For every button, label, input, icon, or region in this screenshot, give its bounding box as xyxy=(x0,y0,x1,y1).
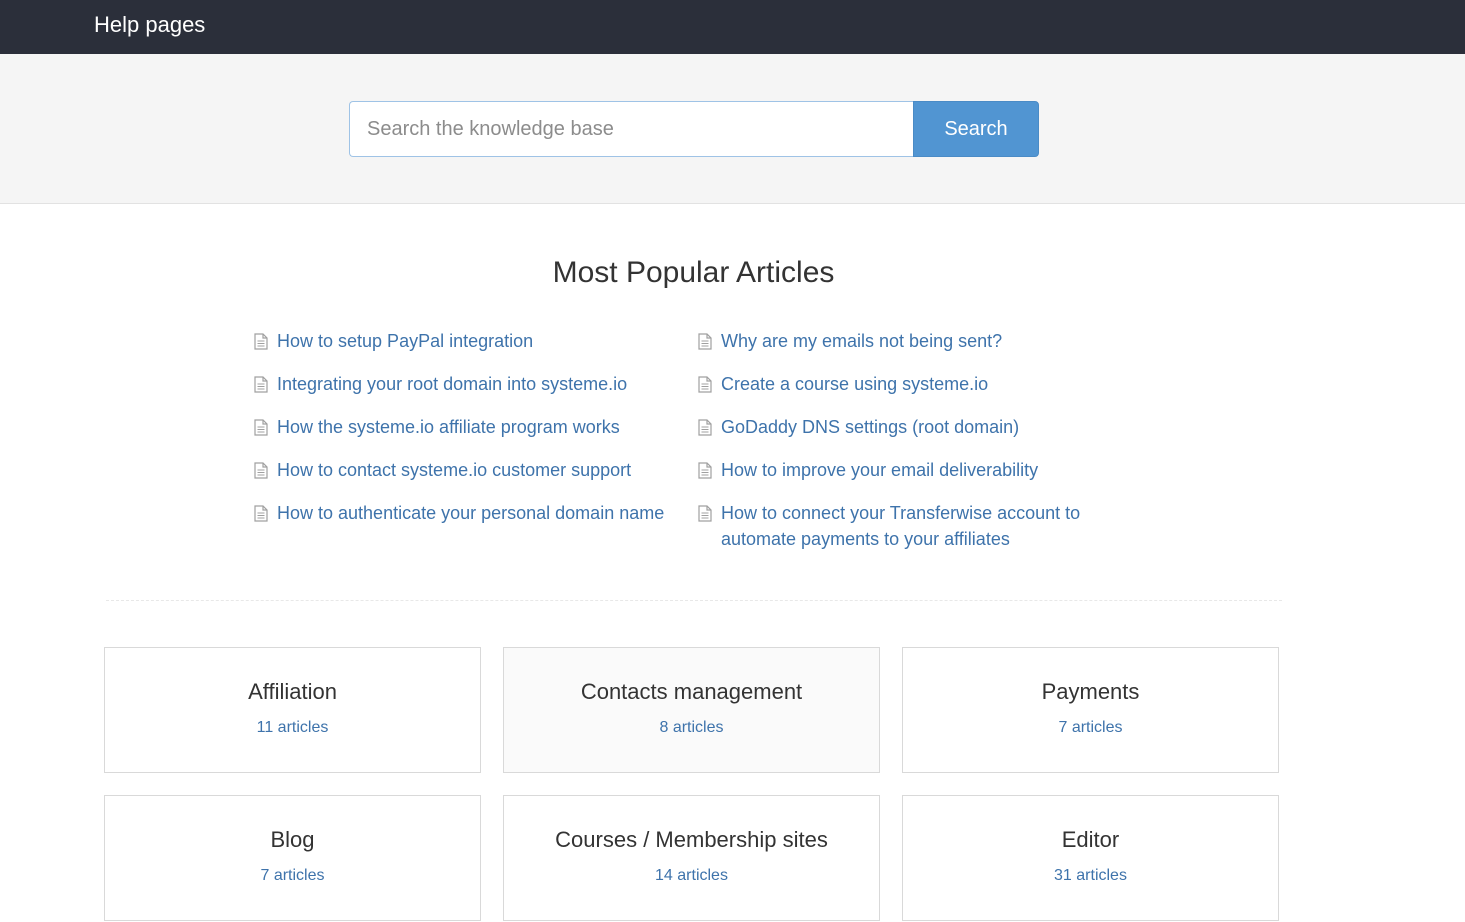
list-item: Integrating your root domain into system… xyxy=(254,371,684,397)
list-item: How to contact systeme.io customer suppo… xyxy=(254,457,684,483)
document-icon xyxy=(254,462,268,479)
search-input[interactable] xyxy=(349,101,914,157)
category-card-courses-membership[interactable]: Courses / Membership sites 14 articles xyxy=(503,795,880,921)
document-icon xyxy=(254,505,268,522)
list-item: How to setup PayPal integration xyxy=(254,328,684,354)
article-link[interactable]: How to authenticate your personal domain… xyxy=(277,500,664,526)
list-item: How to connect your Transferwise account… xyxy=(698,500,1118,552)
list-item: Create a course using systeme.io xyxy=(698,371,1118,397)
list-item: Why are my emails not being sent? xyxy=(698,328,1118,354)
document-icon xyxy=(698,505,712,522)
article-link[interactable]: Create a course using systeme.io xyxy=(721,371,988,397)
document-icon xyxy=(698,462,712,479)
category-name: Courses / Membership sites xyxy=(555,827,828,852)
category-name: Contacts management xyxy=(580,679,803,704)
article-link[interactable]: Integrating your root domain into system… xyxy=(277,371,627,397)
article-link[interactable]: How to setup PayPal integration xyxy=(277,328,533,354)
list-item: How to improve your email deliverability xyxy=(698,457,1118,483)
document-icon xyxy=(698,333,712,350)
top-navbar: Help pages xyxy=(0,0,1465,54)
article-link[interactable]: How to improve your email deliverability xyxy=(721,457,1038,483)
category-card-affiliation[interactable]: Affiliation 11 articles xyxy=(104,647,481,773)
category-card-payments[interactable]: Payments 7 articles xyxy=(902,647,1279,773)
document-icon xyxy=(698,376,712,393)
document-icon xyxy=(254,419,268,436)
category-count: 14 articles xyxy=(655,867,728,884)
category-count: 7 articles xyxy=(260,867,325,884)
article-link[interactable]: GoDaddy DNS settings (root domain) xyxy=(721,414,1019,440)
category-name: Editor xyxy=(1061,827,1120,852)
search-button[interactable]: Search xyxy=(913,101,1039,157)
list-item: How to authenticate your personal domain… xyxy=(254,500,684,526)
category-count: 11 articles xyxy=(256,719,329,736)
document-icon xyxy=(254,333,268,350)
list-item: GoDaddy DNS settings (root domain) xyxy=(698,414,1118,440)
article-link[interactable]: How to contact systeme.io customer suppo… xyxy=(277,457,631,483)
article-link[interactable]: How to connect your Transferwise account… xyxy=(721,500,1118,552)
list-item: How the systeme.io affiliate program wor… xyxy=(254,414,684,440)
category-name: Blog xyxy=(270,827,315,852)
article-link[interactable]: Why are my emails not being sent? xyxy=(721,328,1002,354)
document-icon xyxy=(254,376,268,393)
category-card-blog[interactable]: Blog 7 articles xyxy=(104,795,481,921)
section-divider xyxy=(106,600,1282,601)
popular-articles-title: Most Popular Articles xyxy=(552,256,835,289)
article-link[interactable]: How the systeme.io affiliate program wor… xyxy=(277,414,620,440)
category-count: 8 articles xyxy=(659,719,724,736)
category-card-contacts-management[interactable]: Contacts management 8 articles xyxy=(503,647,880,773)
popular-articles-right: Why are my emails not being sent? Create… xyxy=(698,328,1118,569)
popular-articles-left: How to setup PayPal integration Integrat… xyxy=(254,328,684,543)
document-icon xyxy=(698,419,712,436)
category-count: 7 articles xyxy=(1058,719,1123,736)
category-card-editor[interactable]: Editor 31 articles xyxy=(902,795,1279,921)
category-count: 31 articles xyxy=(1054,867,1127,884)
category-name: Affiliation xyxy=(248,679,337,704)
category-name: Payments xyxy=(1041,679,1140,704)
brand-link[interactable]: Help pages xyxy=(94,12,205,38)
search-band: Search xyxy=(0,54,1465,204)
